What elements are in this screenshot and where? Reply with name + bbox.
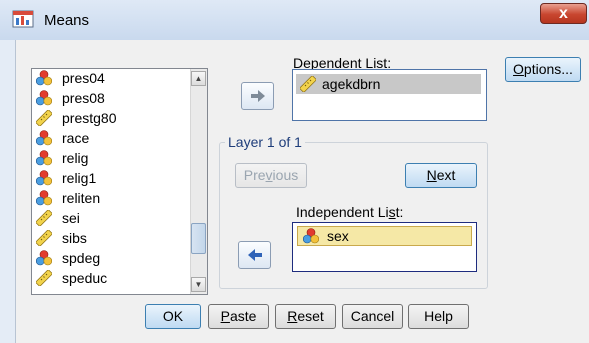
reset-button[interactable]: Reset [275, 304, 336, 329]
independent-list-item[interactable]: sex [297, 226, 472, 246]
scale-variable-icon [36, 110, 52, 126]
nominal-variable-icon [36, 150, 52, 166]
spss-app-icon [12, 10, 34, 28]
list-item-label: sibs [62, 230, 87, 246]
list-item-label: spdeg [62, 250, 101, 266]
list-item[interactable]: pres04 [36, 69, 191, 88]
list-item-label: pres08 [62, 90, 105, 106]
list-item[interactable]: relig [36, 148, 191, 168]
list-item-label: reliten [62, 190, 101, 206]
paste-button[interactable]: Paste [208, 304, 269, 329]
list-item-label: sei [62, 210, 80, 226]
close-button[interactable]: x [540, 3, 587, 24]
nominal-variable-icon [36, 190, 52, 206]
scale-variable-icon [36, 270, 52, 286]
source-variable-list[interactable]: pres04 pres08 prestg80 race relig relig1 relit… [31, 68, 208, 295]
scale-variable-icon [36, 230, 52, 246]
list-item[interactable]: reliten [36, 188, 191, 208]
dependent-list-item[interactable]: agekdbrn [296, 74, 481, 94]
next-layer-button[interactable]: Next [405, 163, 477, 188]
scrollbar-thumb[interactable] [191, 223, 206, 254]
window-title: Means [44, 12, 90, 29]
ok-button[interactable]: OK [145, 304, 201, 329]
independent-label-mnemonic: s [388, 204, 396, 220]
title-bar[interactable]: Means x [0, 0, 589, 40]
list-item-label: pres04 [62, 70, 105, 86]
list-item[interactable]: sei [36, 208, 191, 228]
scale-variable-icon [300, 76, 316, 92]
list-item[interactable]: relig1 [36, 168, 191, 188]
list-item-label: race [62, 130, 90, 146]
list-item[interactable]: sibs [36, 228, 191, 248]
independent-list-label: Independent List: [296, 204, 403, 220]
move-to-dependent-button[interactable] [241, 82, 274, 110]
nominal-variable-icon [36, 90, 52, 106]
list-item-label: relig1 [62, 170, 97, 186]
arrow-right-icon [251, 90, 265, 102]
independent-item-label: sex [327, 228, 349, 244]
list-item[interactable]: prestg80 [36, 108, 191, 128]
previous-layer-button[interactable]: Previous [235, 163, 307, 188]
independent-label-pre: Independent Li [296, 204, 389, 220]
nominal-variable-icon [36, 170, 52, 186]
variable-list-scrollbar[interactable] [190, 69, 207, 294]
dialog-window: Means x pres04 pres08 prestg80 race relig rel… [0, 0, 589, 343]
independent-label-rest: t: [395, 204, 404, 220]
list-item-label: prestg80 [62, 110, 117, 126]
list-item[interactable]: speduc [36, 268, 191, 288]
list-item-label: speduc [62, 270, 108, 286]
cancel-button[interactable]: Cancel [342, 304, 403, 329]
help-button[interactable]: Help [408, 304, 469, 329]
list-item[interactable]: spdeg [36, 248, 191, 268]
nominal-variable-icon [36, 70, 52, 86]
layer-title: Layer 1 of 1 [225, 134, 305, 150]
scroll-up-button[interactable]: ▲ [191, 71, 206, 86]
nominal-variable-icon [36, 250, 52, 266]
nominal-variable-icon [303, 228, 319, 244]
scale-variable-icon [36, 210, 52, 226]
options-button[interactable]: Options... [505, 57, 581, 82]
list-item-label: relig [62, 150, 89, 166]
list-item[interactable]: pres08 [36, 88, 191, 108]
list-item[interactable]: race [36, 128, 191, 148]
scroll-down-button[interactable]: ▼ [191, 277, 206, 292]
dependent-item-label: agekdbrn [322, 76, 381, 92]
nominal-variable-icon [36, 130, 52, 146]
